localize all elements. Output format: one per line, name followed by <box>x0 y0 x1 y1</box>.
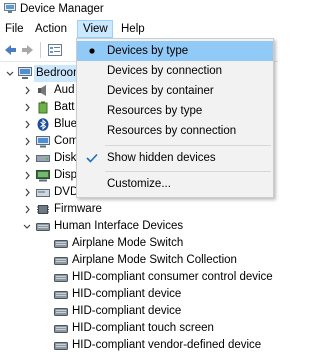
menu-view[interactable]: View <box>77 20 113 38</box>
menu-item-label: Devices by container <box>107 85 214 97</box>
tree-device[interactable]: Airplane Mode Switch Collection <box>0 252 278 269</box>
menu-item-label: Customize... <box>107 178 171 190</box>
battery-icon <box>38 101 48 114</box>
menu-item-resources-by-type[interactable]: Resources by type <box>77 101 273 121</box>
chevron-down-icon[interactable] <box>22 218 32 235</box>
toolbar-separator <box>40 42 41 58</box>
tree-category[interactable]: Firmware <box>0 201 278 218</box>
forward-arrow-icon[interactable] <box>20 42 36 58</box>
tree-category-label: Disp <box>54 169 78 181</box>
speaker-icon <box>38 85 46 96</box>
title-bar: Device Manager <box>0 0 278 19</box>
tree-category-label: Disk <box>54 152 77 164</box>
tree-category-expanded[interactable]: Human Interface Devices <box>0 218 278 235</box>
tree-device-label: HID-compliant device <box>72 288 182 300</box>
tree-category-label: Batt <box>54 101 75 113</box>
menu-item-label: Devices by connection <box>107 65 223 77</box>
chevron-right-icon[interactable] <box>22 82 32 99</box>
menu-item-devices-by-connection[interactable]: Devices by connection <box>77 61 273 81</box>
display-adapter-icon <box>36 170 50 182</box>
chevron-right-icon[interactable] <box>22 184 32 201</box>
tree-device[interactable]: HID-compliant touch screen <box>0 320 278 337</box>
computer-icon <box>18 67 32 79</box>
tree-device[interactable]: HID-compliant consumer control device <box>0 269 278 286</box>
menu-separator <box>105 171 271 172</box>
chevron-down-icon[interactable] <box>5 65 15 82</box>
menu-item-devices-by-type[interactable]: Devices by type <box>77 41 273 61</box>
chevron-right-icon[interactable] <box>22 201 32 218</box>
tree-device[interactable]: HID-compliant device <box>0 286 278 303</box>
menu-item-label: Resources by connection <box>107 125 237 137</box>
back-arrow-icon[interactable] <box>2 42 18 58</box>
menu-item-devices-by-container[interactable]: Devices by container <box>77 81 273 101</box>
dvd-drive-icon <box>36 189 50 197</box>
radio-dot-icon <box>89 48 95 54</box>
bluetooth-icon <box>37 118 49 131</box>
hid-device-icon <box>54 257 68 265</box>
chevron-right-icon[interactable] <box>22 133 32 150</box>
tree-category-label: Com <box>54 135 79 147</box>
tree-device-label: Airplane Mode Switch Collection <box>72 254 237 266</box>
hid-device-icon <box>54 274 68 282</box>
tree-category-label: Human Interface Devices <box>54 220 184 232</box>
computer-icon <box>36 136 50 148</box>
disk-drive-icon <box>36 155 50 162</box>
tree-category-label: Firmware <box>54 203 102 215</box>
hid-device-icon <box>54 291 68 299</box>
tree-category-label: Blue <box>54 118 78 130</box>
menu-action[interactable]: Action <box>30 20 72 38</box>
menu-item-label: Devices by type <box>107 45 189 57</box>
properties-icon[interactable] <box>47 42 63 58</box>
view-menu-dropdown: Devices by type Devices by connection De… <box>76 38 274 198</box>
menu-item-resources-by-connection[interactable]: Resources by connection <box>77 121 273 141</box>
tree-device[interactable]: Airplane Mode Switch <box>0 235 278 252</box>
device-manager-icon <box>4 3 16 13</box>
tree-category-label: Aud <box>54 84 75 96</box>
menu-bar: File Action View Help <box>0 20 278 38</box>
menu-item-show-hidden-devices[interactable]: Show hidden devices <box>77 148 273 168</box>
menu-item-customize[interactable]: Customize... <box>77 174 273 194</box>
window-title: Device Manager <box>20 3 104 15</box>
tree-device-label: HID-compliant touch screen <box>72 322 214 334</box>
hid-device-icon <box>54 240 68 248</box>
hid-device-icon <box>54 325 68 333</box>
tree-category-label: DVD <box>54 186 79 198</box>
menu-item-label: Show hidden devices <box>107 152 216 164</box>
hid-device-icon <box>54 308 68 316</box>
menu-help[interactable]: Help <box>116 20 150 38</box>
checkmark-icon <box>86 153 98 163</box>
hid-icon <box>36 223 50 231</box>
chevron-right-icon[interactable] <box>22 116 32 133</box>
tree-device-label: HID-compliant consumer control device <box>72 271 273 283</box>
firmware-icon <box>37 205 49 214</box>
menu-item-label: Resources by type <box>107 105 203 117</box>
tree-device-label: HID-compliant device <box>72 305 182 317</box>
menu-separator <box>105 145 271 146</box>
tree-device-label: Airplane Mode Switch <box>72 237 184 249</box>
tree-device[interactable]: HID-compliant device <box>0 303 278 320</box>
chevron-right-icon[interactable] <box>22 150 32 167</box>
chevron-right-icon[interactable] <box>22 99 32 116</box>
menu-file[interactable]: File <box>0 20 29 38</box>
chevron-right-icon[interactable] <box>22 167 32 184</box>
